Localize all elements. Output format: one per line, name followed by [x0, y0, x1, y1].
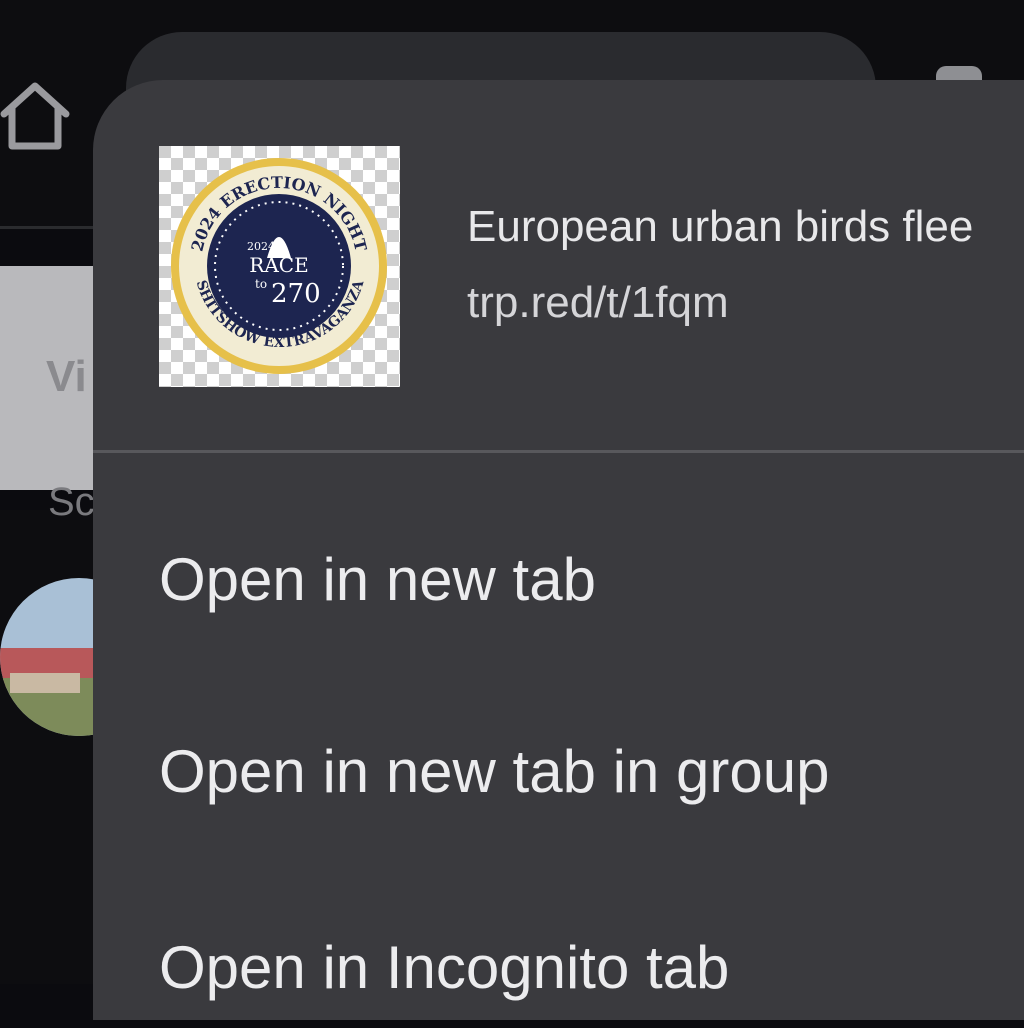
open-in-new-tab-item[interactable]: Open in new tab — [159, 520, 596, 640]
home-icon[interactable] — [0, 70, 70, 154]
badge-number: 270 — [271, 279, 321, 309]
open-in-new-tab-in-group-item[interactable]: Open in new tab in group — [159, 712, 829, 832]
menu-divider — [93, 450, 1024, 453]
link-url: trp.red/t/1fqm — [467, 278, 729, 327]
page-card-text: Vi — [46, 352, 87, 401]
open-in-incognito-tab-item[interactable]: Open in Incognito tab — [159, 908, 729, 1028]
badge-to: to — [255, 277, 267, 291]
link-thumbnail: 2024 ERECTION NIGHT SHITSHOW EXTRAVAGANZ… — [159, 146, 400, 387]
link-context-menu: 2024 ERECTION NIGHT SHITSHOW EXTRAVAGANZ… — [93, 80, 1024, 1020]
badge-race: RACE — [249, 253, 308, 277]
link-title: European urban birds flee — [467, 202, 974, 251]
page-subtext: Sc — [48, 480, 95, 524]
badge-year: 2024 — [247, 240, 275, 253]
